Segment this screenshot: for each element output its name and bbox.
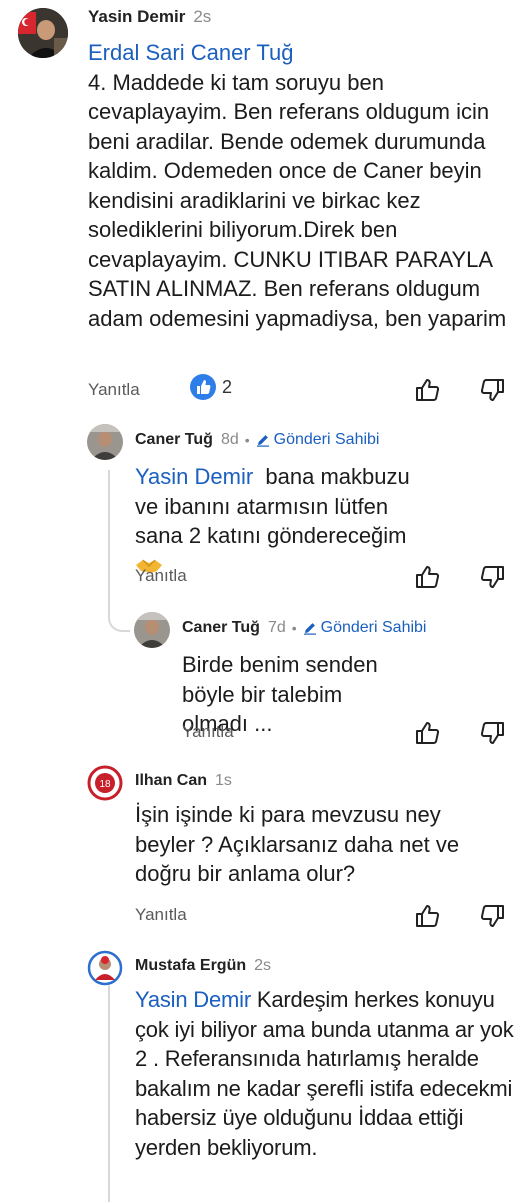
dislike-icon[interactable]: [478, 563, 506, 591]
avatar[interactable]: [134, 612, 170, 648]
svg-text:18: 18: [99, 779, 111, 790]
comment-body: 4. Maddede ki tam soruyu ben cevaplayayi…: [88, 69, 507, 331]
timestamp: 1s: [215, 772, 232, 789]
like-icon[interactable]: [414, 376, 442, 404]
op-badge: Gönderi Sahibi: [303, 619, 427, 637]
like-icon[interactable]: [414, 902, 442, 930]
thread-connector: [108, 600, 130, 632]
dislike-icon[interactable]: [478, 376, 506, 404]
separator-dot: •: [291, 620, 297, 636]
comment-text: Erdal Sari Caner Tuğ 4. Maddede ki tam s…: [88, 38, 508, 333]
mention-link[interactable]: Yasin Demir: [135, 987, 251, 1012]
separator-dot: •: [244, 432, 250, 448]
mention-link[interactable]: Erdal Sari Caner Tuğ: [88, 40, 293, 65]
avatar[interactable]: 18: [87, 765, 123, 801]
reaction-like-icon: [190, 374, 216, 400]
timestamp: 2s: [254, 957, 272, 974]
comment-text: Yasin Demir bana makbuzu ve ibanını atar…: [135, 462, 415, 580]
comment-body: İşin işinde ki para mevzusu ney beyler ?…: [135, 802, 460, 886]
author-name[interactable]: Mustafa Ergün: [135, 957, 246, 975]
op-badge-label: Gönderi Sahibi: [273, 431, 380, 448]
timestamp: 2s: [193, 7, 212, 26]
avatar[interactable]: [87, 424, 123, 460]
author-name[interactable]: Yasin Demir: [88, 7, 185, 27]
like-icon[interactable]: [414, 563, 442, 591]
author-name[interactable]: Ilhan Can: [135, 772, 207, 790]
thread-line: [108, 962, 110, 1202]
comment-body: Kardeşim herkes konuyu çok iyi biliyor a…: [135, 987, 514, 1160]
dislike-icon[interactable]: [478, 902, 506, 930]
like-icon[interactable]: [414, 719, 442, 747]
reply-button[interactable]: Yanıtla: [88, 380, 140, 400]
pencil-icon: [303, 623, 316, 635]
dislike-icon[interactable]: [478, 719, 506, 747]
reaction-summary[interactable]: 2: [190, 374, 232, 400]
op-badge: Gönderi Sahibi: [256, 431, 380, 449]
reply-button[interactable]: Yanıtla: [135, 905, 187, 925]
author-name[interactable]: Caner Tuğ: [182, 619, 260, 637]
reply-button[interactable]: Yanıtla: [182, 722, 234, 742]
reply-button[interactable]: Yanıtla: [135, 566, 187, 586]
mention-link[interactable]: Yasin Demir: [135, 464, 253, 489]
author-name[interactable]: Caner Tuğ: [135, 431, 213, 449]
comment-text: Yasin Demir Kardeşim herkes konuyu çok i…: [135, 985, 515, 1162]
avatar[interactable]: [18, 8, 68, 58]
reaction-count: 2: [222, 376, 233, 397]
timestamp: 7d: [267, 619, 286, 636]
timestamp: 8d: [220, 431, 239, 448]
thread-line: [108, 470, 110, 610]
pencil-icon: [256, 435, 269, 447]
op-badge-label: Gönderi Sahibi: [320, 619, 427, 636]
avatar[interactable]: [87, 950, 123, 986]
